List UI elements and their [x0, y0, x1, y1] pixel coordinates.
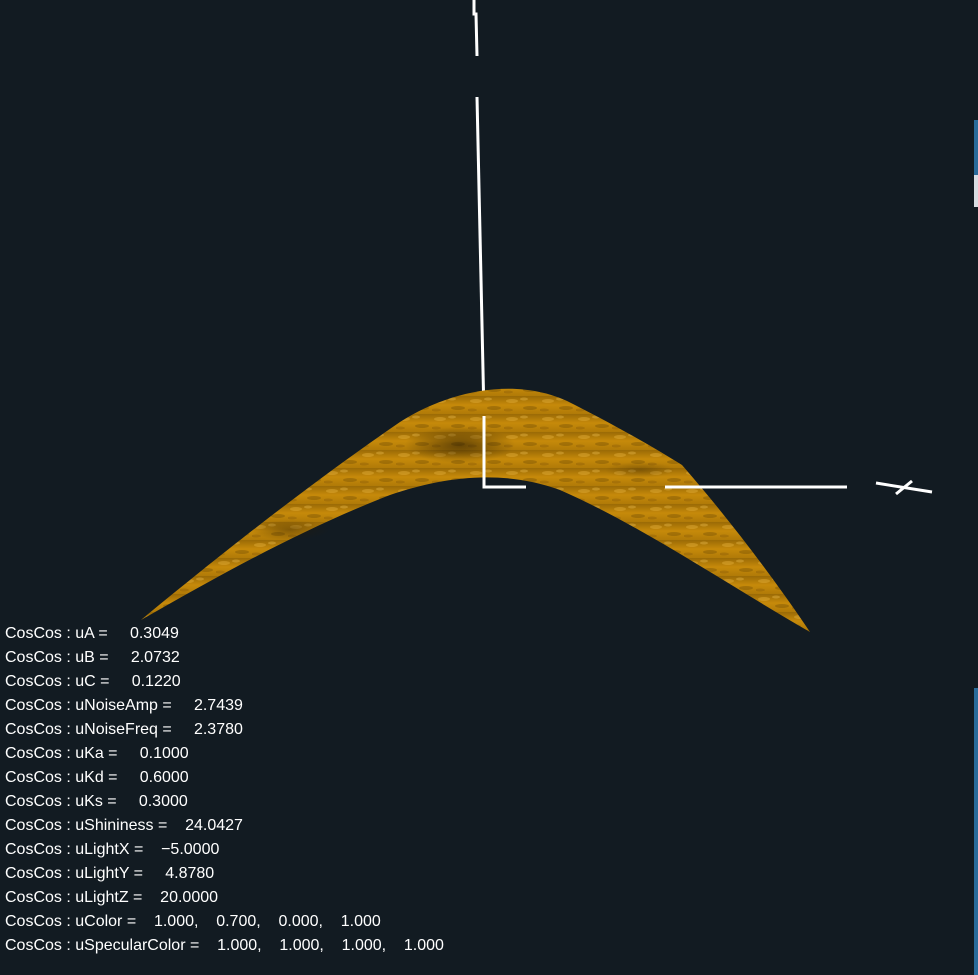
right-edge-handle[interactable]: [974, 175, 978, 207]
right-edge-strip-bottom: [974, 688, 978, 975]
uniform-ukd-readout: CosCos : uKd = 0.6000: [5, 769, 189, 786]
render-viewport[interactable]: CosCos : uA = 0.3049 CosCos : uB = 2.073…: [0, 0, 978, 975]
uniform-ushininess-readout: CosCos : uShininess = 24.0427: [5, 817, 243, 834]
cos-surface: [141, 388, 810, 632]
uniform-unoiseamp-readout: CosCos : uNoiseAmp = 2.7439: [5, 697, 243, 714]
uniform-uc-readout: CosCos : uC = 0.1220: [5, 673, 181, 690]
uniform-ucolor-readout: CosCos : uColor = 1.000, 0.700, 0.000, 1…: [5, 913, 381, 930]
uniform-ulighty-readout: CosCos : uLightY = 4.8780: [5, 865, 215, 882]
uniform-ub-readout: CosCos : uB = 2.0732: [5, 649, 180, 666]
uniform-ulightz-readout: CosCos : uLightZ = 20.0000: [5, 889, 219, 906]
uniform-uks-readout: CosCos : uKs = 0.3000: [5, 793, 188, 810]
right-edge-strip-top: [974, 120, 978, 175]
uniform-unoisefreq-readout: CosCos : uNoiseFreq = 2.3780: [5, 721, 243, 738]
uniform-uspecularcolor-readout: CosCos : uSpecularColor = 1.000, 1.000, …: [5, 937, 444, 954]
uniform-readout-list: CosCos : uA = 0.3049 CosCos : uB = 2.073…: [5, 622, 444, 958]
z-axis: [472, 0, 486, 417]
uniform-uka-readout: CosCos : uKa = 0.1000: [5, 745, 189, 762]
uniform-ua-readout: CosCos : uA = 0.3049: [5, 625, 179, 642]
x-axis-label-icon: [875, 479, 933, 496]
uniform-ulightx-readout: CosCos : uLightX = −5.0000: [5, 841, 220, 858]
